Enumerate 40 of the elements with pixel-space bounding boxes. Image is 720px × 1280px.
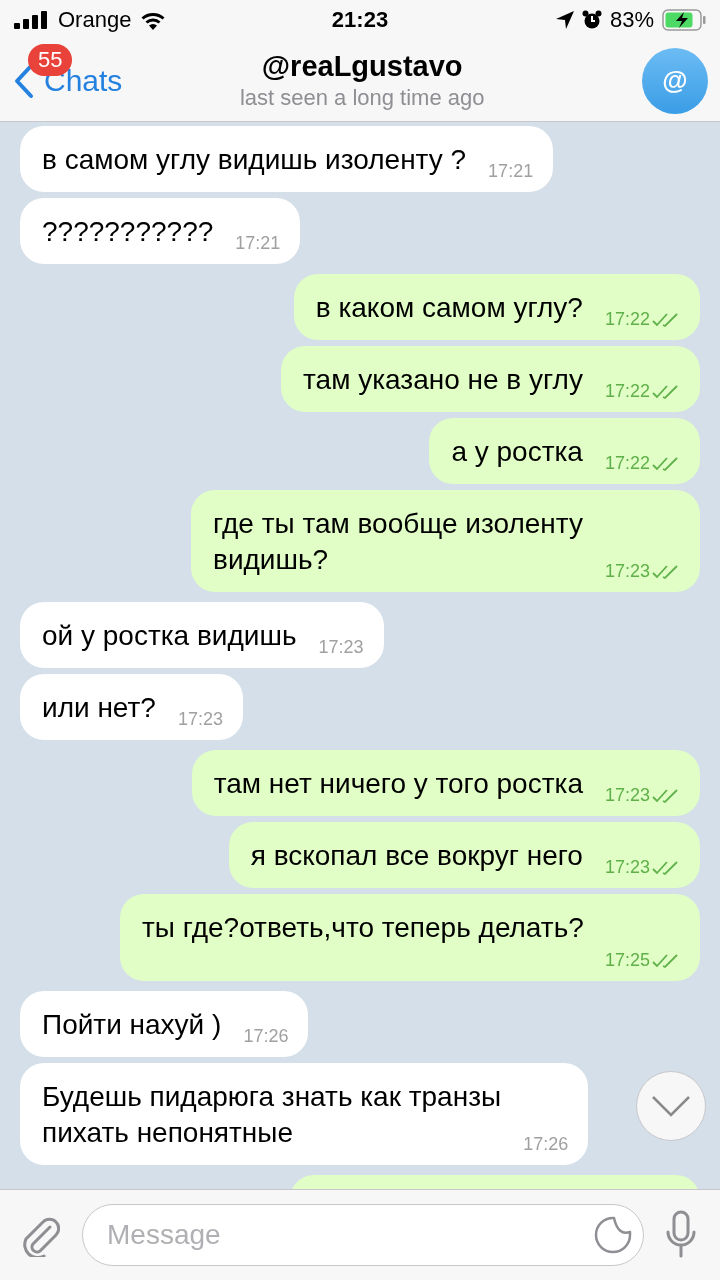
message-time: 17:23 [604, 857, 650, 878]
clock-time: 21:23 [331, 7, 389, 33]
message-time: 17:22 [604, 309, 650, 330]
message-text: в самом углу видишь изоленту ? [42, 143, 467, 177]
message-time: 17:25 [604, 950, 650, 971]
message-time: 17:23 [177, 709, 223, 730]
message-time: 17:26 [523, 1134, 569, 1155]
message-text: где ты там вообще изоленту видишь? [213, 507, 583, 577]
message-text: ты где?ответь,что теперь делать? [142, 911, 584, 945]
message-text: там указано не в углу [303, 363, 583, 397]
signal-icon [14, 11, 50, 29]
message-text: ой у ростка видишь [42, 619, 297, 653]
message-time: 17:21 [235, 233, 281, 254]
message-time: 17:22 [604, 381, 650, 402]
message-text: а у ростка [451, 435, 583, 469]
battery-percent: 83% [609, 7, 654, 33]
message-text: я вскопал все вокруг него [250, 839, 583, 873]
avatar-button[interactable]: @ [642, 47, 708, 114]
microphone-icon[interactable] [666, 1210, 696, 1260]
carrier-name: Orange [58, 7, 132, 33]
message-time: 17:23 [318, 637, 364, 658]
message-time: 17:23 [604, 785, 650, 806]
message-time: 17:22 [604, 453, 650, 474]
sticker-icon[interactable] [594, 1216, 632, 1254]
battery-icon [662, 9, 706, 31]
chevron-down-icon [651, 1095, 691, 1117]
chat-title: @reaLgustavo [261, 50, 463, 83]
message-text: или нет? [42, 691, 156, 725]
message-text: там нет ничего у того ростка [213, 767, 583, 801]
last-seen-status: last seen a long time ago [239, 85, 485, 111]
message-input-field[interactable]: Message [82, 1204, 644, 1266]
location-arrow-icon [555, 11, 574, 29]
alarm-clock-icon [581, 10, 602, 30]
message-time: 17:26 [243, 1026, 289, 1047]
message-text: Пойти нахуй ) [42, 1008, 222, 1042]
message-text: Будешь пидарюга знать как транзы пихать непонятные [42, 1080, 502, 1150]
message-text: ??????????? [42, 215, 214, 249]
message-text: в каком самом углу? [315, 291, 583, 325]
message-time: 17:23 [604, 561, 650, 582]
message-time: 17:21 [488, 161, 534, 182]
